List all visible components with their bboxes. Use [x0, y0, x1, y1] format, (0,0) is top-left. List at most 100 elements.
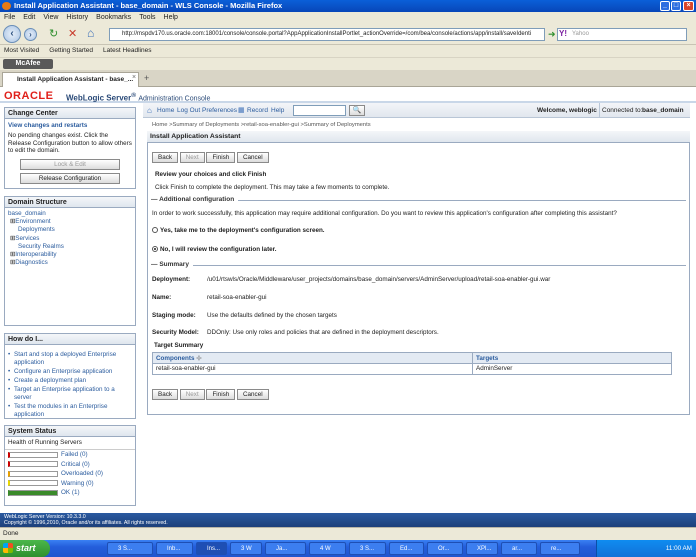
- lock-edit-button[interactable]: Lock & Edit: [20, 158, 120, 170]
- status-bar: [8, 480, 58, 487]
- stop-icon[interactable]: ✕: [68, 27, 77, 40]
- home-link[interactable]: Home: [157, 103, 174, 118]
- help-link[interactable]: Create a deployment plan: [8, 377, 132, 385]
- system-status-panel: System Status Health of Running Servers …: [4, 425, 136, 506]
- status-label[interactable]: Failed (0): [61, 451, 88, 458]
- back-arrow-icon[interactable]: ‹: [3, 25, 21, 43]
- next-button[interactable]: Next: [179, 152, 205, 163]
- record-link[interactable]: Record: [247, 103, 268, 118]
- status-label[interactable]: Critical (0): [61, 461, 90, 468]
- domain-structure-panel: Domain Structure base_domain ⊞Environmen…: [4, 196, 136, 326]
- release-configuration-button[interactable]: Release Configuration: [20, 172, 120, 184]
- breadcrumb[interactable]: Home >Summary of Deployments >retail-soa…: [152, 122, 371, 128]
- expand-icon[interactable]: ⊹: [196, 355, 201, 362]
- bookmark-most-visited[interactable]: Most Visited: [4, 45, 39, 57]
- menu-view[interactable]: View: [43, 12, 58, 23]
- menu-file[interactable]: File: [4, 12, 15, 23]
- bookmark-latest-headlines[interactable]: Latest Headlines: [103, 45, 151, 57]
- status-label[interactable]: Warning (0): [61, 480, 94, 487]
- taskbar-item[interactable]: Ed...: [389, 542, 424, 555]
- help-link[interactable]: Test the modules in an Enterprise applic…: [8, 403, 132, 419]
- home-icon[interactable]: ⌂: [87, 26, 94, 40]
- taskbar-item[interactable]: 3 S...: [107, 542, 153, 555]
- cancel-button[interactable]: Cancel: [237, 389, 269, 400]
- radio-yes[interactable]: [152, 227, 158, 234]
- reload-icon[interactable]: ↻: [49, 27, 58, 40]
- search-input[interactable]: Yahoo: [557, 28, 687, 41]
- finish-button[interactable]: Finish: [206, 152, 236, 163]
- option-yes[interactable]: Yes, take me to the deployment's configu…: [152, 227, 325, 234]
- menu-history[interactable]: History: [66, 12, 88, 23]
- taskbar-item[interactable]: Inb...: [156, 542, 193, 555]
- help-link[interactable]: Help: [271, 103, 284, 118]
- minimize-button[interactable]: _: [660, 1, 670, 11]
- security-value: DDOnly: Use only roles and policies that…: [207, 329, 439, 336]
- finish-button[interactable]: Finish: [206, 389, 236, 400]
- logout-link[interactable]: Log Out: [177, 103, 200, 118]
- start-button[interactable]: start: [0, 540, 50, 557]
- menu-edit[interactable]: Edit: [23, 12, 35, 23]
- taskbar-item[interactable]: Ins...: [196, 542, 227, 555]
- taskbar-item[interactable]: 3 S...: [349, 542, 386, 555]
- product-name: WebLogic Server® Administration Console: [66, 92, 210, 103]
- status-text: Done: [3, 530, 19, 537]
- window-title-bar: Install Application Assistant - base_dom…: [0, 0, 696, 12]
- help-link[interactable]: Configure an Enterprise application: [8, 368, 132, 376]
- preferences-link[interactable]: Preferences: [202, 103, 237, 118]
- new-tab-button[interactable]: +: [144, 73, 149, 83]
- view-changes-link[interactable]: View changes and restarts: [8, 122, 132, 129]
- windows-logo-icon: [3, 543, 13, 553]
- taskbar-item[interactable]: XPl...: [466, 542, 498, 555]
- tree-deployments[interactable]: Deployments: [18, 226, 55, 233]
- column-header-components[interactable]: Components ⊹: [153, 353, 473, 363]
- radio-no[interactable]: [152, 246, 158, 253]
- status-row: Critical (0): [5, 460, 135, 470]
- close-button[interactable]: ×: [683, 1, 694, 11]
- status-label[interactable]: OK (1): [61, 489, 80, 496]
- menu-help[interactable]: Help: [164, 12, 178, 23]
- home-icon[interactable]: ⌂: [147, 103, 152, 118]
- status-row: OK (1): [5, 488, 135, 498]
- window-title: Install Application Assistant - base_dom…: [14, 1, 283, 10]
- url-bar[interactable]: http://mspdv170.us.oracle.com:18001/cons…: [109, 28, 545, 41]
- assistant-title: Install Application Assistant: [147, 131, 690, 143]
- taskbar-item[interactable]: re...: [540, 542, 580, 555]
- status-label[interactable]: Overloaded (0): [61, 470, 103, 477]
- tab-install-assistant[interactable]: Install Application Assistant - base_...: [2, 72, 139, 87]
- mcafee-button[interactable]: McAfee: [3, 59, 53, 69]
- product-title: WebLogic Server: [66, 93, 132, 103]
- tree-services[interactable]: Services: [15, 235, 39, 242]
- forward-arrow-icon[interactable]: ›: [24, 28, 37, 41]
- back-button[interactable]: Back: [152, 389, 178, 400]
- tree-environment[interactable]: Environment: [15, 218, 50, 225]
- windows-taskbar: [0, 540, 696, 557]
- tree-interoperability[interactable]: Interoperability: [15, 251, 56, 258]
- taskbar-item[interactable]: 4 W: [309, 542, 346, 555]
- column-header-targets[interactable]: Targets: [473, 353, 671, 363]
- status-row: Failed (0): [5, 450, 135, 460]
- maximize-button[interactable]: □: [671, 1, 681, 11]
- back-button[interactable]: Back: [152, 152, 178, 163]
- yahoo-icon: Y!: [559, 29, 567, 38]
- tree-diagnostics[interactable]: Diagnostics: [15, 259, 48, 266]
- taskbar-item[interactable]: ar...: [501, 542, 537, 555]
- search-icon[interactable]: 🔍: [349, 105, 365, 116]
- console-search-input[interactable]: [293, 105, 346, 116]
- option-no[interactable]: No, I will review the configuration late…: [152, 246, 277, 253]
- menu-bookmarks[interactable]: Bookmarks: [96, 12, 131, 23]
- go-icon[interactable]: ➜: [548, 29, 556, 40]
- help-link[interactable]: Start and stop a deployed Enterprise app…: [8, 351, 132, 367]
- taskbar-item[interactable]: 3 W: [230, 542, 262, 555]
- tree-base-domain[interactable]: base_domain: [8, 210, 132, 218]
- bookmark-getting-started[interactable]: Getting Started: [49, 45, 93, 57]
- next-button[interactable]: Next: [179, 389, 205, 400]
- registered-mark: ®: [131, 92, 137, 99]
- close-tab-icon[interactable]: ×: [132, 74, 136, 81]
- help-link[interactable]: Target an Enterprise application to a se…: [8, 386, 132, 402]
- menu-tools[interactable]: Tools: [139, 12, 155, 23]
- cancel-button[interactable]: Cancel: [237, 152, 269, 163]
- tree-security-realms[interactable]: Security Realms: [18, 243, 64, 250]
- taskbar-item[interactable]: Or...: [427, 542, 463, 555]
- taskbar-item[interactable]: Ja...: [265, 542, 306, 555]
- staging-value: Use the defaults defined by the chosen t…: [207, 312, 337, 319]
